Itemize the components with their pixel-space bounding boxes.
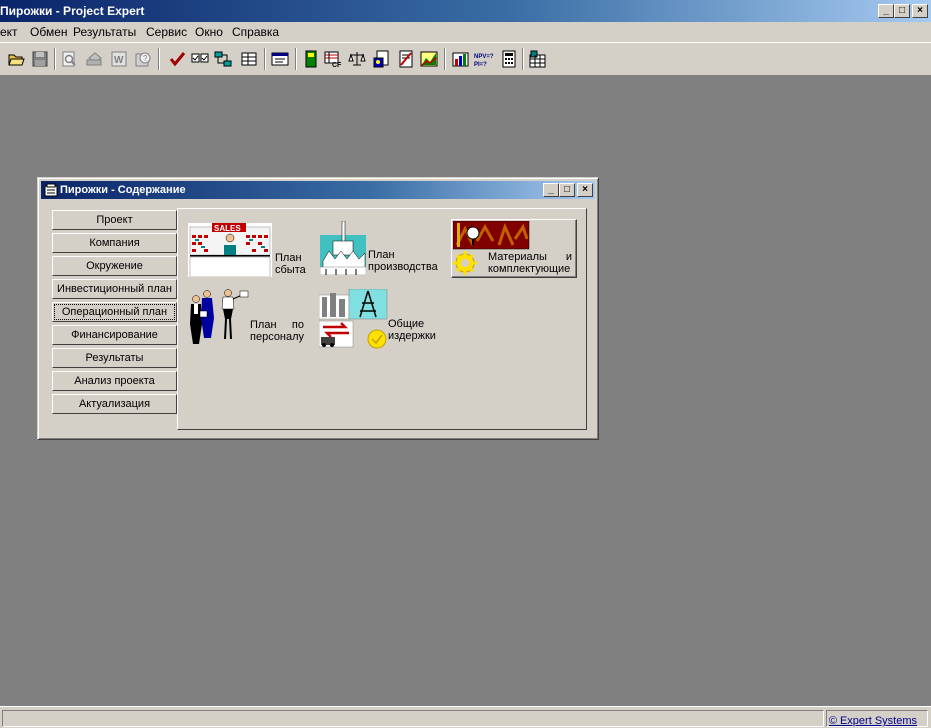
menu-service[interactable]: Сервис [146, 25, 187, 39]
menu-help[interactable]: Справка [232, 25, 279, 39]
operational-plan-panel: SALES План сбыта План производства Матер… [177, 208, 587, 430]
overheads-label-line1: Общие [388, 318, 425, 330]
document-icon [44, 183, 58, 200]
app-title: Пирожки - Project Expert [0, 4, 145, 18]
materials-label-word2: и [565, 251, 572, 263]
nav-project-analysis-button[interactable]: Анализ проекта [52, 371, 177, 391]
nav-environment-button[interactable]: Окружение [52, 256, 177, 276]
materials-label-line2: комплектующие [488, 263, 571, 275]
svg-text:PI=?: PI=? [474, 62, 487, 68]
open-folder-icon[interactable] [7, 50, 25, 68]
materials-button[interactable]: Материалы и комплектующие [451, 219, 577, 278]
close-button[interactable]: × [912, 4, 928, 18]
sales-plan-item[interactable]: SALES План сбыта [188, 223, 316, 279]
maximize-icon: □ [563, 184, 571, 195]
contents-minimize-button[interactable]: _ [543, 183, 559, 197]
overheads-item[interactable]: Общие издержки [318, 288, 449, 351]
window-controls: _ □ × [878, 4, 928, 18]
maximize-button[interactable]: □ [894, 4, 910, 18]
contents-window: Пирожки - Содержание _ □ × Проект Компан… [37, 177, 599, 440]
sales-plan-label-line2: сбыта [275, 264, 306, 276]
svg-text:CF: CF [332, 62, 342, 68]
contents-maximize-button[interactable]: □ [559, 183, 575, 197]
svg-text:?: ? [143, 54, 148, 63]
status-pane [2, 710, 824, 727]
contents-window-title: Пирожки - Содержание [60, 184, 186, 196]
cashflow-icon[interactable]: CF [324, 50, 342, 68]
save-disk-icon[interactable] [31, 50, 49, 68]
nav-financing-button[interactable]: Финансирование [52, 325, 177, 345]
main-title-bar[interactable]: Пирожки - Project Expert _ □ × [0, 0, 931, 22]
minimize-icon: _ [883, 5, 889, 16]
production-plan-label-line2: производства [368, 261, 438, 273]
status-bar: © Expert Systems [0, 706, 931, 728]
sales-plan-image: SALES [188, 223, 272, 278]
materials-label-word1: Материалы [488, 251, 547, 263]
balance-icon[interactable] [348, 50, 366, 68]
sales-plan-label-line1: План [275, 252, 302, 264]
menu-bar: ект Обмен Результаты Сервис Окно Справка [0, 22, 931, 42]
restore-icon: □ [898, 5, 906, 16]
close-icon: × [917, 5, 923, 16]
toolbar: W ? CF NPV=? PI=? [0, 42, 931, 76]
contents-window-controls: _ □ × [543, 183, 593, 197]
query-icon[interactable]: ? [134, 50, 152, 68]
network-icon[interactable] [214, 50, 232, 68]
production-plan-image [319, 220, 367, 276]
print-icon[interactable] [85, 50, 103, 68]
personnel-plan-image [190, 289, 249, 344]
svg-text:NPV=?: NPV=? [474, 54, 494, 60]
database-icon[interactable] [529, 50, 547, 68]
contents-close-button[interactable]: × [577, 183, 593, 197]
personnel-plan-label-line2: персоналу [250, 331, 305, 343]
word-export-icon[interactable]: W [110, 50, 128, 68]
minimize-icon: _ [548, 184, 554, 195]
book-icon[interactable] [302, 50, 320, 68]
copyright-pane: © Expert Systems [826, 710, 928, 727]
menu-exchange[interactable]: Обмен [30, 25, 68, 39]
check-icon[interactable] [168, 50, 186, 68]
chart-icon[interactable] [420, 50, 438, 68]
close-icon: × [582, 184, 588, 195]
menu-results[interactable]: Результаты [73, 25, 136, 39]
personnel-plan-item[interactable]: План по персоналу [188, 289, 318, 349]
nav-operational-plan-button[interactable]: Операционный план [52, 302, 177, 322]
nav-company-button[interactable]: Компания [52, 233, 177, 253]
print-preview-icon[interactable] [60, 50, 78, 68]
bars-icon[interactable] [452, 50, 470, 68]
list-icon[interactable] [191, 50, 209, 68]
contents-window-title-bar[interactable]: Пирожки - Содержание _ □ × [41, 181, 595, 199]
window-icon[interactable] [271, 50, 289, 68]
calculator-report-icon[interactable] [373, 50, 391, 68]
personnel-plan-label-word1: План [250, 319, 277, 331]
menu-window[interactable]: Окно [195, 25, 223, 39]
document-icon[interactable] [397, 50, 415, 68]
calculator-icon[interactable] [500, 50, 518, 68]
nav-investment-plan-button[interactable]: Инвестиционный план [52, 279, 177, 299]
personnel-plan-label-word2: по [291, 319, 304, 331]
sales-sign-text: SALES [214, 224, 241, 233]
overheads-image [318, 288, 388, 349]
production-plan-label-line1: План [368, 249, 395, 261]
minimize-button[interactable]: _ [878, 4, 894, 18]
nav-actualization-button[interactable]: Актуализация [52, 394, 177, 414]
nav-results-button[interactable]: Результаты [52, 348, 177, 368]
nav-project-button[interactable]: Проект [52, 210, 177, 230]
svg-text:W: W [114, 55, 124, 66]
production-plan-item[interactable]: План производства [319, 220, 444, 279]
npv-pi-icon[interactable]: NPV=? PI=? [474, 50, 494, 68]
menu-project[interactable]: ект [0, 25, 18, 39]
table-icon[interactable] [240, 50, 258, 68]
copyright-link[interactable]: © Expert Systems [829, 715, 917, 727]
overheads-label-line2: издержки [388, 330, 436, 342]
